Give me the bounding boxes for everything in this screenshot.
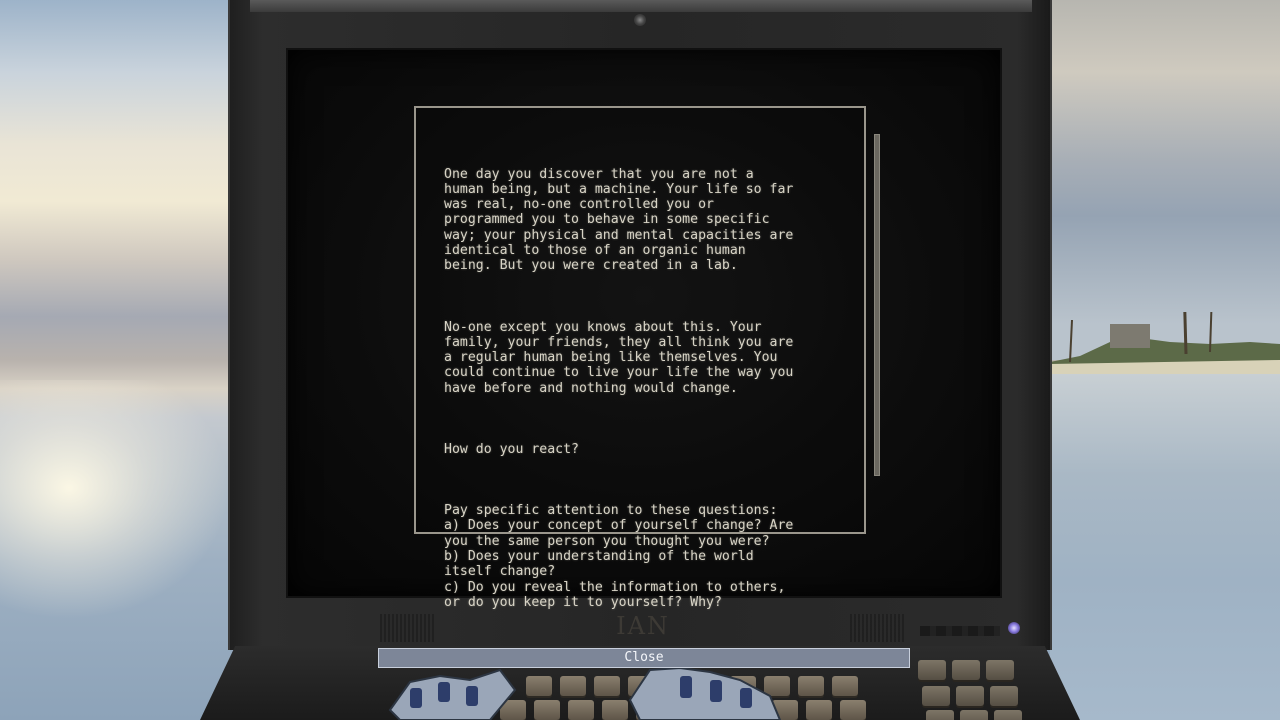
keyboard-key — [798, 676, 824, 696]
right-sky — [1050, 0, 1280, 360]
webcam-icon — [634, 14, 646, 26]
numpad-key — [952, 660, 980, 680]
right-sea — [1050, 370, 1280, 720]
numpad-key — [956, 686, 984, 706]
numpad-key — [960, 710, 988, 720]
speaker-grille-right — [850, 614, 906, 642]
monitor-top-edge — [250, 0, 1032, 12]
keyboard-key — [806, 700, 832, 720]
keyboard-key — [832, 676, 858, 696]
terminal-paragraph: No-one except you knows about this. Your… — [444, 319, 794, 396]
terminal-scrollbar[interactable] — [874, 134, 880, 476]
island-with-palm-trees — [1050, 312, 1280, 374]
numpad-key — [922, 686, 950, 706]
terminal-paragraph: One day you discover that you are not a … — [444, 166, 794, 274]
numpad-key — [926, 710, 954, 720]
status-led-strip — [920, 626, 1000, 636]
speaker-grille-left — [380, 614, 436, 642]
power-led-icon[interactable] — [1008, 622, 1020, 634]
numpad-key — [986, 660, 1014, 680]
terminal-text-panel: One day you discover that you are not a … — [414, 106, 866, 610]
numpad-key — [990, 686, 1018, 706]
numpad-key — [994, 710, 1022, 720]
numpad-key — [918, 660, 946, 680]
close-button[interactable]: Close — [378, 648, 910, 668]
game-scene: IAN One day you discover that you are no… — [0, 0, 1280, 720]
terminal-text-body: One day you discover that you are not a … — [444, 136, 844, 656]
sun-reflection — [0, 380, 230, 620]
terminal-paragraph: How do you react? — [444, 441, 579, 457]
keyboard-key — [840, 700, 866, 720]
terminal-paragraph: Pay specific attention to these question… — [444, 503, 794, 610]
